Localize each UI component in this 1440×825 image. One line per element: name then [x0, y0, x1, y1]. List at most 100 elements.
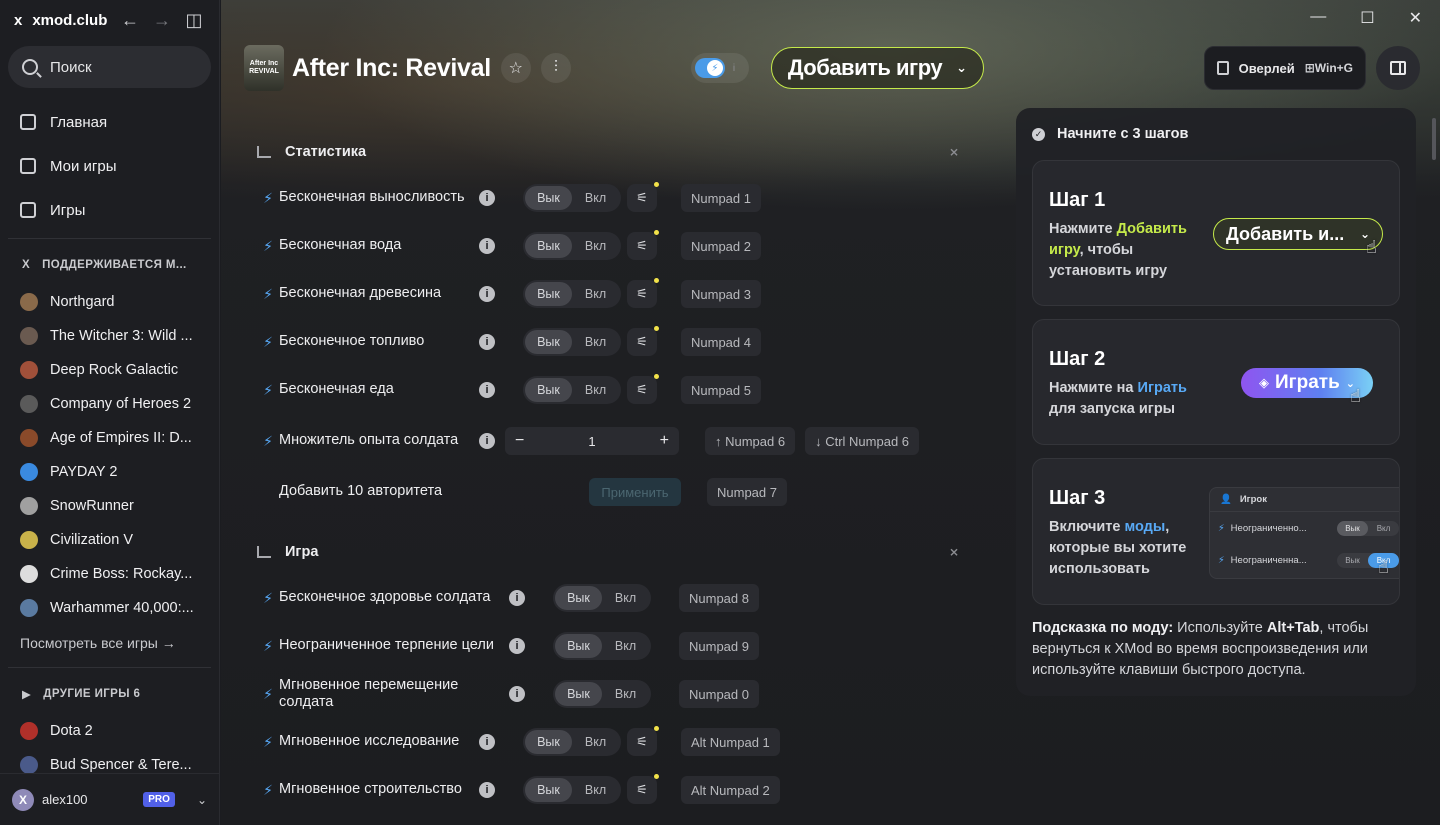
step-link[interactable]: Играть [1138, 380, 1187, 396]
search-input[interactable]: Поиск [8, 46, 211, 88]
toggle-off[interactable]: Вык [555, 682, 602, 706]
maximize-icon[interactable]: ☐ [1360, 8, 1374, 28]
toggle-on[interactable]: Вкл [572, 778, 619, 802]
toggle-off[interactable]: Вык [525, 730, 572, 754]
category-header[interactable]: Статистика ⨯ [251, 130, 971, 174]
toggle-on[interactable]: Вкл [572, 330, 619, 354]
on-off-toggle[interactable]: Вык Вкл [523, 232, 621, 260]
on-off-toggle[interactable]: Вык Вкл [523, 280, 621, 308]
scrollbar[interactable] [1432, 118, 1436, 160]
toggle-on[interactable]: Вкл [602, 682, 649, 706]
toggle-off[interactable]: Вык [525, 234, 572, 258]
toggle-off[interactable]: Вык [525, 778, 572, 802]
options-button[interactable]: ⚟ [627, 774, 659, 804]
options-button[interactable]: ⚟ [627, 182, 659, 212]
hotkey[interactable]: Numpad 5 [681, 376, 761, 404]
hotkey[interactable]: Numpad 1 [681, 184, 761, 212]
supported-games-header[interactable]: X ПОДДЕРЖИВАЕТСЯ М... [0, 245, 219, 285]
toggle-off[interactable]: Вык [525, 186, 572, 210]
info-icon[interactable]: i [479, 433, 495, 449]
info-icon[interactable]: i [479, 782, 495, 798]
on-off-toggle[interactable]: Вык Вкл [523, 776, 621, 804]
back-arrow-icon[interactable]: ← [119, 10, 141, 31]
toggle-off[interactable]: Вык [525, 378, 572, 402]
close-icon[interactable]: ✕ [1409, 8, 1422, 28]
hotkey[interactable]: Alt Numpad 1 [681, 728, 780, 756]
on-off-toggle[interactable]: Вык Вкл [523, 184, 621, 212]
toggle-right-panel-button[interactable] [1376, 46, 1420, 90]
settings-sliders-icon[interactable]: ⫶ [540, 53, 571, 83]
mods-toggle[interactable]: ⚡ i [690, 53, 749, 83]
toggle-on[interactable]: Вкл [572, 282, 619, 306]
sidebar-toggle-icon[interactable]: ◫ [183, 10, 205, 31]
on-off-toggle[interactable]: Вык Вкл [523, 328, 621, 356]
favorite-star-icon[interactable]: ☆ [500, 53, 531, 83]
overlay-button[interactable]: Оверлей ⊞Win+G [1203, 46, 1366, 90]
info-icon[interactable]: i [479, 190, 495, 206]
info-icon[interactable]: i [733, 63, 735, 74]
xmod-logo-icon[interactable]: x [14, 12, 22, 29]
sidebar-game-item[interactable]: Civilization V [0, 523, 219, 557]
step-link[interactable]: моды [1124, 519, 1165, 535]
sidebar-game-item[interactable]: Deep Rock Galactic [0, 353, 219, 387]
hotkey[interactable]: Numpad 3 [681, 280, 761, 308]
info-icon[interactable]: i [509, 590, 525, 606]
info-icon[interactable]: i [479, 382, 495, 398]
sidebar-game-item[interactable]: PAYDAY 2 [0, 455, 219, 489]
info-icon[interactable]: i [479, 238, 495, 254]
hotkey-increase[interactable]: ↑ Numpad 6 [705, 427, 796, 455]
sidebar-game-item[interactable]: Crime Boss: Rockay... [0, 557, 219, 591]
on-off-toggle[interactable]: Вык Вкл [523, 728, 621, 756]
info-icon[interactable]: i [479, 334, 495, 350]
options-button[interactable]: ⚟ [627, 374, 659, 404]
sidebar-game-item[interactable]: Warhammer 40,000:... [0, 591, 219, 625]
info-icon[interactable]: i [509, 638, 525, 654]
toggle-on[interactable]: Вкл [602, 586, 649, 610]
see-all-games-link[interactable]: Посмотреть все игры → [0, 625, 219, 661]
increment-button[interactable]: + [660, 432, 669, 450]
toggle-off[interactable]: Вык [555, 586, 602, 610]
sidebar-game-item[interactable]: Northgard [0, 285, 219, 319]
options-button[interactable]: ⚟ [627, 278, 659, 308]
category-header[interactable]: Игра ⨯ [251, 530, 971, 574]
stepper-value[interactable]: 1 [588, 434, 595, 449]
sidebar-game-item[interactable]: Dota 2 [0, 714, 219, 748]
options-button[interactable]: ⚟ [627, 326, 659, 356]
forward-arrow-icon[interactable]: → [151, 10, 173, 31]
other-games-header[interactable]: ▶ ДРУГИЕ ИГРЫ 6 [0, 674, 219, 714]
hotkey[interactable]: Numpad 8 [679, 584, 759, 612]
hotkey-decrease[interactable]: ↓ Ctrl Numpad 6 [805, 427, 920, 455]
hotkey[interactable]: Numpad 0 [679, 680, 759, 708]
toggle-on[interactable]: Вкл [572, 378, 619, 402]
sidebar-game-item[interactable]: The Witcher 3: Wild ... [0, 319, 219, 353]
apply-button[interactable]: Применить [589, 478, 681, 506]
toggle-off[interactable]: Вык [525, 282, 572, 306]
info-icon[interactable]: i [509, 686, 525, 702]
on-off-toggle[interactable]: Вык Вкл [523, 376, 621, 404]
options-button[interactable]: ⚟ [627, 726, 659, 756]
sidebar-game-item[interactable]: Company of Heroes 2 [0, 387, 219, 421]
on-off-toggle[interactable]: Вык Вкл [553, 632, 651, 660]
toggle-off[interactable]: Вык [555, 634, 602, 658]
toggle-on[interactable]: Вкл [572, 234, 619, 258]
toggle-on[interactable]: Вкл [572, 730, 619, 754]
add-game-demo-button[interactable]: Добавить и... ⌄ [1213, 218, 1383, 250]
info-icon[interactable]: i [479, 286, 495, 302]
hotkey[interactable]: Numpad 4 [681, 328, 761, 356]
on-off-toggle[interactable]: Вык Вкл [553, 680, 651, 708]
add-game-button[interactable]: Добавить игру ⌄ [770, 47, 984, 89]
info-icon[interactable]: i [479, 734, 495, 750]
options-button[interactable]: ⚟ [627, 230, 659, 260]
toggle-off[interactable]: Вык [525, 330, 572, 354]
sidebar-game-item[interactable]: SnowRunner [0, 489, 219, 523]
toggle-on[interactable]: Вкл [602, 634, 649, 658]
nav-my-games[interactable]: Мои игры [0, 144, 219, 188]
decrement-button[interactable]: − [515, 432, 524, 450]
user-menu[interactable]: X alex100 PRO ⌄ [0, 773, 219, 825]
collapse-icon[interactable]: ⨯ [949, 145, 959, 159]
toggle-on[interactable]: Вкл [572, 186, 619, 210]
on-off-toggle[interactable]: Вык Вкл [553, 584, 651, 612]
nav-home[interactable]: Главная [0, 100, 219, 144]
minimize-icon[interactable]: — [1310, 8, 1326, 28]
hotkey[interactable]: Numpad 2 [681, 232, 761, 260]
